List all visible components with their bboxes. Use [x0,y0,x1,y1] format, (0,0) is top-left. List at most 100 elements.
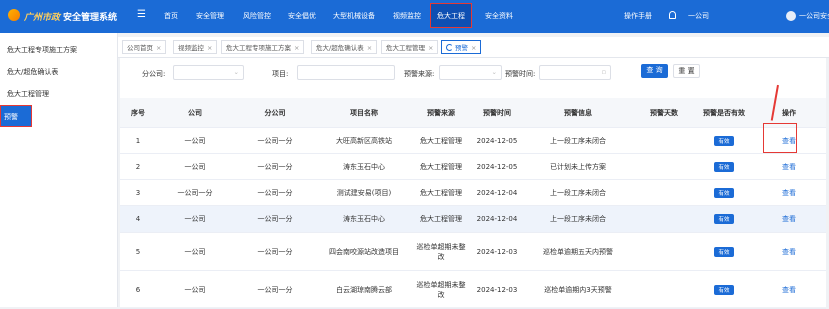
warning-source-select[interactable]: ⌄ [439,65,502,80]
info-cell: 已计划未上传方案 [524,153,632,180]
nav-risk-control[interactable]: 风险管控 [243,0,271,33]
company-cell: 一公司一分 [156,179,234,206]
nav-safety-management[interactable]: 安全管理 [196,0,224,33]
view-link[interactable]: 查看 [782,163,796,171]
close-icon[interactable]: × [207,44,212,52]
row-number: 2 [120,153,156,180]
row-number: 6 [120,270,156,309]
days-cell [632,205,696,233]
tab-project-management[interactable]: 危大工程管理 × [381,40,439,54]
table-row[interactable]: 1 一公司 一公司一分 大旺高新区高铁站 危大工程管理 2024-12-05 上… [120,127,826,154]
company-selector[interactable]: 一公司 [688,0,709,33]
column-header[interactable]: 项目名称 [316,98,412,128]
tab-video-monitoring[interactable]: 视频监控 × [173,40,218,54]
source-cell: 危大工程管理 [412,153,470,180]
source-cell: 危大工程管理 [412,127,470,154]
days-cell [632,153,696,180]
view-link[interactable]: 查看 [782,286,796,294]
close-icon[interactable]: × [367,44,372,52]
table-row[interactable]: 4 一公司 一公司一分 涛东玉石中心 危大工程管理 2024-12-04 上一段… [120,205,826,233]
valid-badge: 有效 [714,284,734,295]
top-navigation-bar: 广州市政 安全管理系统 ☰ 首页 安全管理 风险管控 安全倡优 大型机械设备 视频… [0,0,829,33]
column-header[interactable]: 分公司 [234,98,316,128]
avatar[interactable] [786,11,796,21]
sidebar: 危大工程专项施工方案 危大/超危确认表 危大工程管理 预警 [0,33,118,307]
operation-manual-link[interactable]: 操作手册 [624,0,652,33]
search-button[interactable]: 查 询 [641,64,668,78]
source-cell: 危大工程管理 [412,179,470,206]
bell-icon[interactable] [669,11,676,19]
info-cell: 上一段工序未闭合 [524,127,632,154]
view-link[interactable]: 查看 [782,189,796,197]
sidebar-item-special-plan[interactable]: 危大工程专项施工方案 [0,39,117,61]
column-header[interactable]: 预警时间 [470,98,524,128]
nav-video-monitoring[interactable]: 视频监控 [393,0,421,33]
column-header[interactable]: 公司 [156,98,234,128]
subcompany-select[interactable]: ⌄ [173,65,244,80]
tab-warning[interactable]: 预警 × [441,40,482,54]
brand-subtitle: 广州市政 [24,13,61,23]
column-header[interactable]: 序号 [120,98,156,128]
logo-icon [8,9,20,21]
close-icon[interactable]: × [156,44,161,52]
nav-dangerous-projects[interactable]: 危大工程 [430,3,472,28]
table-row[interactable]: 6 一公司 一公司一分 白云湖琼南腾云部 巡检单超期未整改 2024-12-03… [120,270,826,309]
column-header[interactable]: 预警是否有效 [696,98,752,128]
reset-button[interactable]: 重 置 [673,64,700,78]
nav-safety-excellence[interactable]: 安全倡优 [288,0,316,33]
company-cell: 一公司 [156,232,234,271]
branch-cell: 一公司一分 [234,270,316,309]
company-cell: 一公司 [156,270,234,309]
valid-badge: 有效 [714,187,734,198]
brand-name: 安全管理系统 [63,13,118,23]
table-header-row: 序号 公司 分公司 项目名称 预警来源 预警时间 预警信息 预警天数 预警是否有… [120,98,826,128]
column-header[interactable]: 预警信息 [524,98,632,128]
table-row[interactable]: 3 一公司一分 一公司一分 测试建安易(项目) 危大工程管理 2024-12-0… [120,179,826,206]
nav-safety-documents[interactable]: 安全资料 [485,0,513,33]
close-icon[interactable]: × [294,44,299,52]
warning-time-picker[interactable]: ▫ [539,65,611,80]
project-cell: 四会南咬源站改造项目 [316,232,412,271]
project-cell: 白云湖琼南腾云部 [316,270,412,309]
info-cell: 巡检单逾期五天内预警 [524,232,632,271]
column-header[interactable]: 预警来源 [412,98,470,128]
refresh-icon [446,44,453,51]
project-cell: 大旺高新区高铁站 [316,127,412,154]
tab-confirmation-table[interactable]: 危大/超危确认表 × [311,40,378,54]
valid-cell: 有效 [696,270,752,309]
tab-special-plan[interactable]: 危大工程专项施工方案 × [221,40,305,54]
branch-cell: 一公司一分 [234,205,316,233]
chevron-down-icon: ⌄ [491,68,497,76]
action-cell: 查看 [752,270,826,309]
brand-title: 广州市政 安全管理系统 [24,10,117,23]
table-row[interactable]: 5 一公司 一公司一分 四会南咬源站改造项目 巡检单超期未整改 2024-12-… [120,232,826,271]
time-cell: 2024-12-03 [470,270,524,309]
table-row[interactable]: 2 一公司 一公司一分 涛东玉石中心 危大工程管理 2024-12-05 已计划… [120,153,826,180]
warning-time-label: 预警时间: [505,70,536,78]
valid-cell: 有效 [696,127,752,154]
view-link[interactable]: 查看 [782,248,796,256]
menu-icon[interactable]: ☰ [137,9,146,20]
company-cell: 一公司 [156,205,234,233]
days-cell [632,270,696,309]
user-name[interactable]: 一公司安全员 [799,0,829,33]
tab-company-home[interactable]: 公司首页 × [122,40,167,54]
close-icon[interactable]: × [428,44,433,52]
view-link[interactable]: 查看 [782,215,796,223]
row-number: 5 [120,232,156,271]
sidebar-item-project-management[interactable]: 危大工程管理 [0,83,117,105]
nav-home[interactable]: 首页 [164,0,178,33]
branch-cell: 一公司一分 [234,153,316,180]
column-header[interactable]: 预警天数 [632,98,696,128]
action-cell: 查看 [752,205,826,233]
project-cell: 涛东玉石中心 [316,205,412,233]
info-cell: 上一段工序未闭合 [524,205,632,233]
source-cell: 巡检单超期未整改 [412,232,470,271]
action-cell: 查看 [752,179,826,206]
project-input[interactable] [297,65,395,80]
sidebar-item-confirmation-table[interactable]: 危大/超危确认表 [0,61,117,83]
main-panel: 分公司: ⌄ 项目: 预警来源: ⌄ 预警时间: ▫ 查 询 重 置 序号 公司… [120,58,826,309]
sidebar-item-warning[interactable]: 预警 [0,105,32,127]
nav-heavy-machinery[interactable]: 大型机械设备 [333,0,375,33]
close-icon[interactable]: × [471,44,476,52]
